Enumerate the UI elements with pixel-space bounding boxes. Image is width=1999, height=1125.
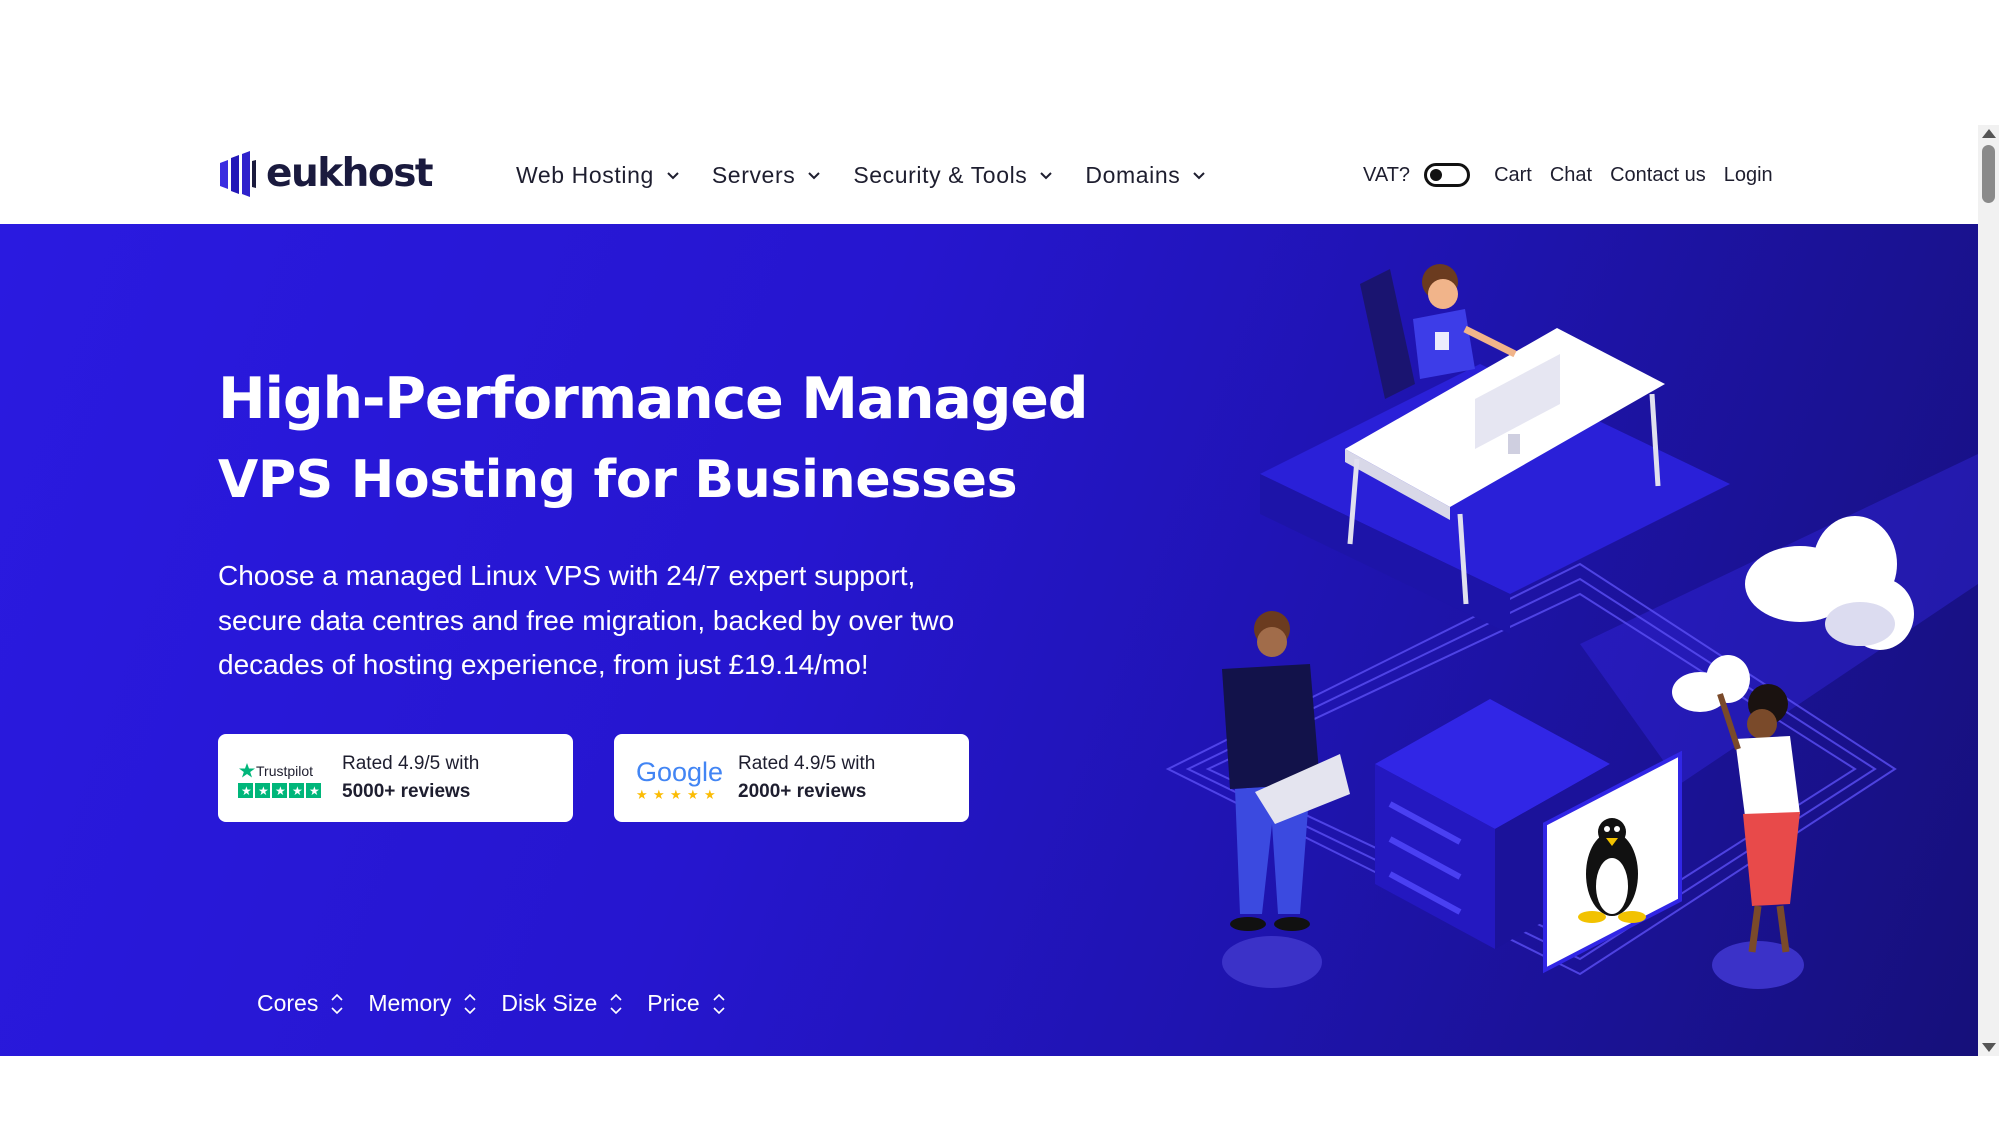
main-nav: Web Hosting Servers Security & Tools Dom… (516, 155, 1238, 195)
svg-text:★: ★ (636, 787, 648, 802)
plan-sort-bar: Cores Memory Disk Size Price (257, 990, 750, 1017)
eukhost-logo[interactable]: eukhost (218, 151, 434, 197)
hero-description: Choose a managed Linux VPS with 24/7 exp… (218, 560, 955, 680)
sort-arrows-icon (464, 993, 476, 1014)
chevron-down-icon (667, 172, 679, 180)
sort-label: Memory (368, 990, 452, 1016)
sort-arrows-icon (331, 993, 343, 1014)
svg-text:★: ★ (258, 784, 269, 798)
sort-memory[interactable]: Memory (368, 990, 477, 1017)
trustpilot-wordmark: Trustpilot (256, 763, 313, 779)
chevron-down-icon (1040, 172, 1053, 180)
sort-label: Cores (257, 990, 319, 1016)
trustpilot-reviews: 5000+ reviews (342, 781, 471, 802)
eukhost-logo-icon (220, 151, 256, 197)
hero-illustration (1165, 264, 1978, 989)
trustpilot-rating: Rated 4.9/5 with (342, 753, 480, 774)
nav-web-hosting[interactable]: Web Hosting (516, 162, 680, 189)
sort-arrows-icon (610, 993, 622, 1014)
five-star-rating-icon: ★ ★ ★ ★ ★ (238, 783, 321, 798)
nav-domains[interactable]: Domains (1085, 162, 1206, 189)
nav-label: Web Hosting (516, 161, 654, 188)
svg-text:★: ★ (653, 787, 665, 802)
svg-text:★: ★ (704, 787, 716, 802)
trustpilot-text: Rated 4.9/5 with 5000+ reviews (342, 750, 479, 806)
chevron-down-icon (1193, 172, 1206, 180)
nav-label: Servers (711, 161, 796, 188)
hero-section: High-Performance Managed VPS Hosting for… (0, 224, 1978, 1056)
cart-link[interactable]: Cart (1494, 164, 1532, 187)
vat-toggle[interactable] (1424, 163, 1471, 187)
scroll-down-arrow-icon[interactable] (1982, 1043, 1996, 1052)
google-logo: Google ★ ★ ★ ★ ★ (636, 757, 723, 802)
hero-title: High-Performance Managed (218, 366, 1089, 432)
browser-viewport: eukhost Web Hosting Servers Security & T… (0, 125, 1999, 1056)
hero-subtitle: VPS Hosting for Businesses (218, 450, 1018, 510)
nav-servers[interactable]: Servers (712, 162, 821, 189)
trustpilot-logo: Trustpilot ★ ★ ★ ★ ★ (238, 763, 321, 798)
google-rating: Rated 4.9/5 with (738, 753, 876, 774)
chat-link[interactable]: Chat (1550, 164, 1592, 187)
svg-text:★: ★ (670, 787, 682, 802)
sort-price[interactable]: Price (647, 990, 725, 1017)
login-link[interactable]: Login (1724, 164, 1773, 187)
google-wordmark: Google (636, 757, 723, 787)
contact-link[interactable]: Contact us (1610, 164, 1706, 187)
page-scrollbar[interactable] (1978, 125, 1999, 1056)
toggle-knob (1430, 169, 1443, 181)
sort-cores[interactable]: Cores (257, 990, 344, 1017)
nav-label: Security & Tools (853, 161, 1028, 188)
google-reviews: 2000+ reviews (738, 781, 867, 802)
svg-text:★: ★ (275, 784, 286, 798)
svg-text:★: ★ (309, 784, 320, 798)
sort-arrows-icon (713, 993, 725, 1014)
sort-label: Price (647, 990, 700, 1016)
vat-label: VAT? (1363, 163, 1411, 186)
sort-label: Disk Size (501, 990, 598, 1016)
svg-text:★: ★ (687, 787, 699, 802)
svg-text:★: ★ (241, 784, 252, 798)
nav-label: Domains (1085, 161, 1181, 188)
google-text: Rated 4.9/5 with 2000+ reviews (738, 750, 875, 806)
utility-links: VAT? Cart Chat Contact us Login (1363, 155, 1791, 195)
scroll-up-arrow-icon[interactable] (1982, 129, 1996, 138)
chevron-down-icon (808, 172, 821, 180)
five-star-rating-icon: ★ ★ ★ ★ ★ (636, 787, 716, 802)
svg-text:★: ★ (292, 784, 303, 798)
logo-text: eukhost (266, 151, 434, 196)
site-header: eukhost Web Hosting Servers Security & T… (0, 125, 1978, 224)
sort-disk-size[interactable]: Disk Size (501, 990, 623, 1017)
nav-security-tools[interactable]: Security & Tools (853, 162, 1053, 189)
trustpilot-badge[interactable]: Trustpilot ★ ★ ★ ★ ★ Rated 4.9/5 with 5000+ … (218, 734, 573, 822)
google-badge[interactable]: Google ★ ★ ★ ★ ★ Rated 4.9/5 with 2000+ revi… (614, 734, 969, 822)
scrollbar-thumb[interactable] (1982, 145, 1995, 203)
